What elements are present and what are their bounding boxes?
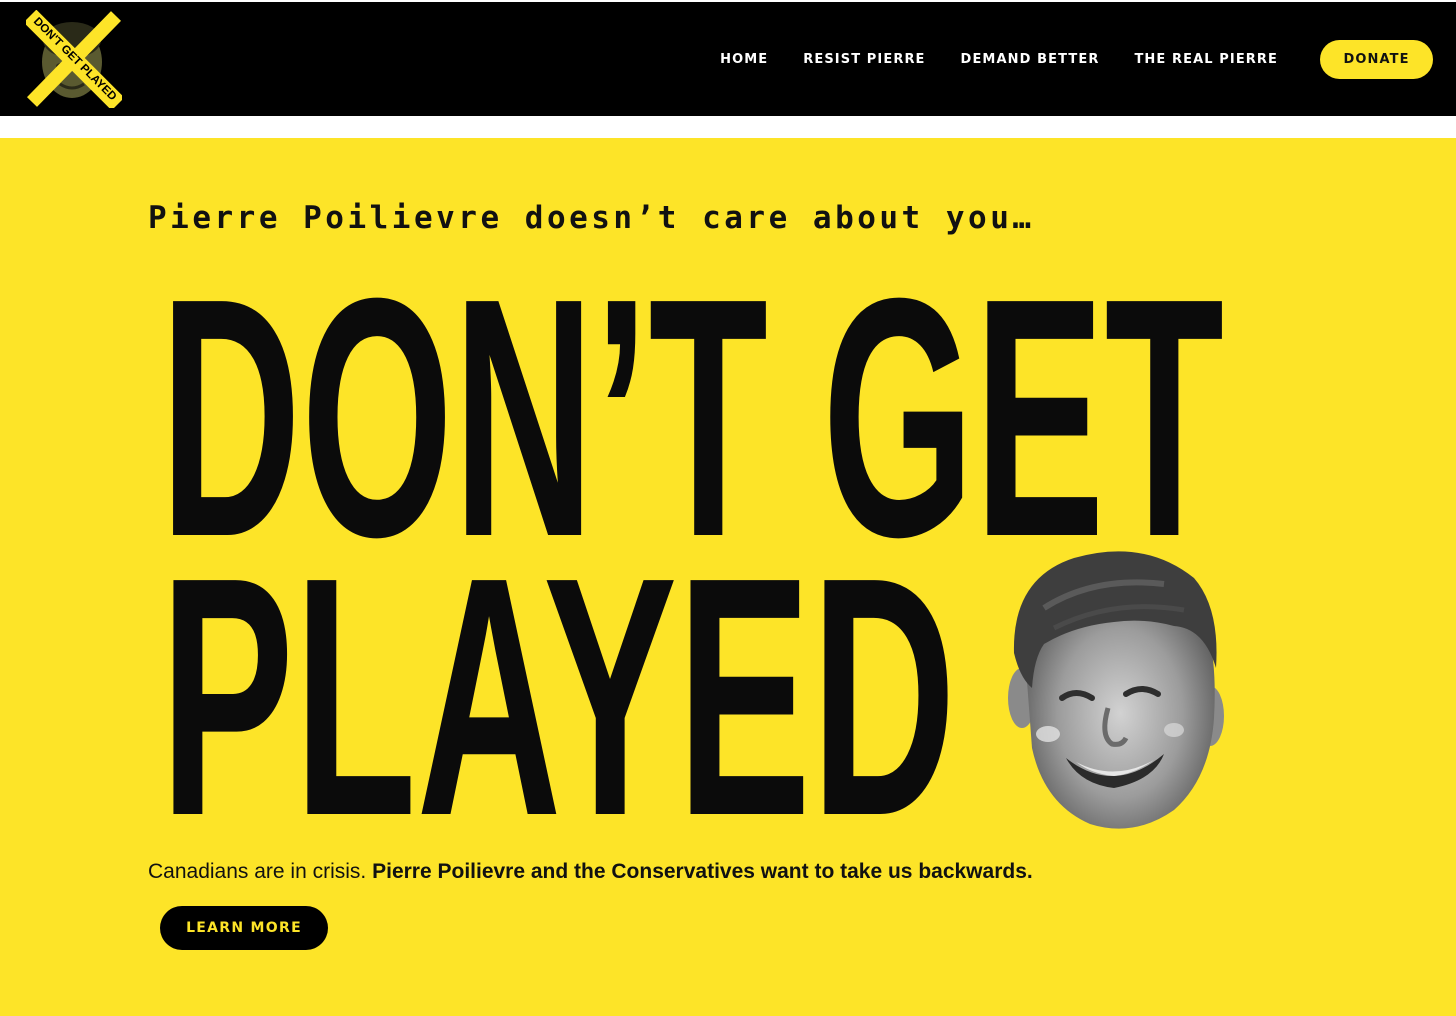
donate-button[interactable]: DONATE [1320, 39, 1433, 79]
site-logo[interactable]: DON'T GET PLAYED [26, 10, 122, 108]
hero-body-bold: Pierre Poilievre and the Conservatives w… [372, 860, 1033, 883]
hero-body-plain: Canadians are in crisis. [148, 860, 367, 883]
hero-section: Pierre Poilievre doesn’t care about you…… [0, 138, 1456, 1016]
page: DON'T GET PLAYED HOME RESIST PIERRE DEMA… [0, 0, 1456, 1016]
nav-resist-pierre[interactable]: RESIST PIERRE [803, 52, 925, 67]
nav-home[interactable]: HOME [720, 52, 768, 67]
nav-the-real-pierre[interactable]: THE REAL PIERRE [1134, 52, 1278, 67]
nav-demand-better[interactable]: DEMAND BETTER [961, 52, 1100, 67]
hero-headline: DON’T GET PLAYED [160, 228, 1224, 887]
learn-more-button[interactable]: LEARN MORE [160, 906, 328, 950]
main-nav: HOME RESIST PIERRE DEMAND BETTER THE REA… [720, 2, 1456, 116]
top-navigation-bar: DON'T GET PLAYED HOME RESIST PIERRE DEMA… [0, 2, 1456, 116]
headline-line-2: PLAYED [160, 507, 956, 887]
hero-body: Canadians are in crisis. Pierre Poilievr… [148, 860, 1033, 884]
portrait-illustration [1008, 551, 1224, 829]
